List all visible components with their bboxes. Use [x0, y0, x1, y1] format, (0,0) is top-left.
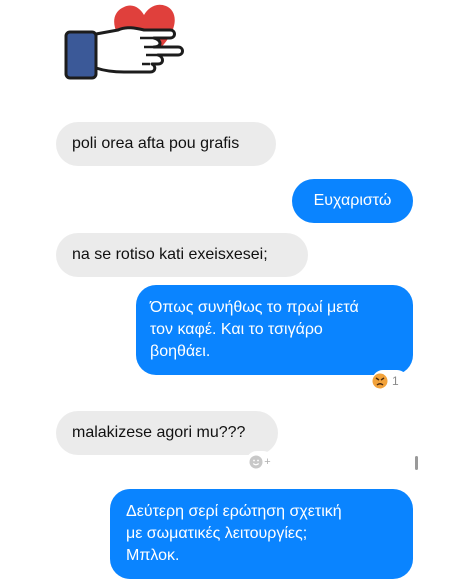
add-reaction-button[interactable]: +: [246, 451, 274, 473]
message-line: Δεύτερη σερί ερώτηση σχετική: [126, 503, 342, 520]
message-text: na se rotiso kati exeisxesei;: [72, 246, 268, 263]
message-text: poli orea afta pou grafis: [72, 135, 240, 152]
message-line: Όπως συνήθως το πρωί μετά: [150, 299, 359, 316]
hand-shape: [94, 26, 184, 74]
add-reaction-plus: +: [264, 456, 271, 468]
angry-face-icon: [372, 373, 388, 389]
reaction-count: 1: [392, 374, 399, 388]
add-reaction-icon: [249, 455, 263, 469]
hand-holding-heart-icon: [64, 4, 184, 80]
message-line: βοηθάει.: [150, 343, 211, 360]
message-reaction[interactable]: 1: [372, 370, 408, 392]
message-text: Ευχαριστώ: [313, 192, 392, 209]
message-text: malakizese agori mu???: [72, 424, 246, 441]
sent-message-bubble[interactable]: Όπως συνήθως το πρωί μετά τον καφέ. Και …: [136, 285, 413, 375]
message-line: με σωματικές λειτουργίες;: [126, 525, 308, 542]
sent-message-bubble[interactable]: Ευχαριστώ: [292, 179, 413, 223]
message-line: Μπλοκ.: [126, 547, 180, 564]
scroll-indicator: [415, 456, 418, 470]
sleeve-shape: [64, 30, 98, 80]
message-line: τον καφέ. Και το τσιγάρο: [150, 321, 323, 338]
received-message-bubble[interactable]: malakizese agori mu???: [56, 411, 278, 455]
received-message-bubble[interactable]: na se rotiso kati exeisxesei;: [56, 233, 308, 277]
sent-message-bubble[interactable]: Δεύτερη σερί ερώτηση σχετική με σωματικέ…: [110, 489, 413, 579]
received-message-bubble[interactable]: poli orea afta pou grafis: [56, 122, 276, 166]
